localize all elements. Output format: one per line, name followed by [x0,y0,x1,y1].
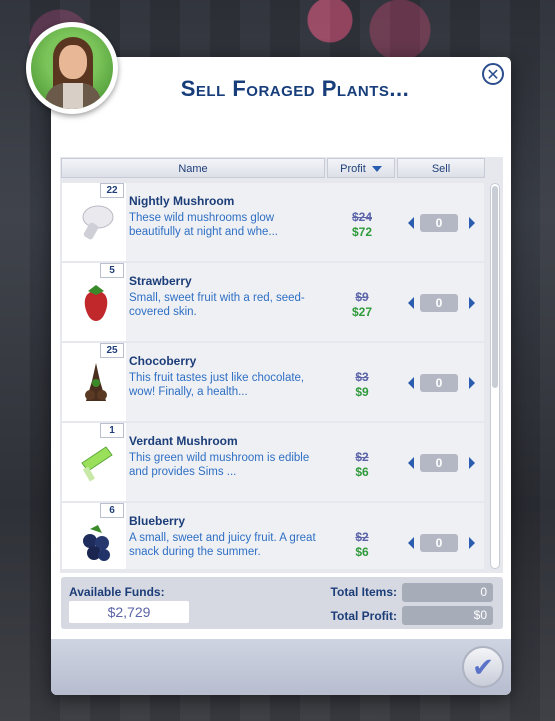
table-row[interactable]: 5 Strawberry Small, sweet fruit with a r… [62,263,484,341]
increase-arrow-icon[interactable] [469,297,475,309]
new-price: $9 [355,385,369,399]
table-row[interactable]: 6 Blueberry A small, sweet and juicy fru… [62,503,484,569]
count-badge: 5 [100,263,124,278]
sell-quantity[interactable]: 0 [420,534,458,552]
count-badge: 22 [100,183,124,198]
dialog-footer [51,639,511,695]
column-header-name[interactable]: Name [61,158,325,178]
old-price: $9 [355,290,369,304]
quantity-stepper: 0 [406,213,478,233]
total-items-value: 0 [402,583,493,602]
new-price: $6 [355,545,369,559]
increase-arrow-icon[interactable] [469,457,475,469]
old-price: $3 [355,370,369,384]
quantity-stepper: 0 [406,453,478,473]
decrease-arrow-icon[interactable] [408,537,414,549]
column-label: Sell [431,163,451,175]
item-thumbnail: 1 [62,423,126,501]
strawberry-icon [84,285,108,321]
table-row[interactable]: 25 Chocoberry This fruit tastes just lik… [62,343,484,421]
increase-arrow-icon[interactable] [469,377,475,389]
total-profit-label: Total Profit: [330,609,397,623]
total-profit-value: $0 [402,606,493,625]
sim-avatar [26,22,118,114]
confirm-button[interactable]: ✔ [462,646,504,688]
new-price: $6 [355,465,369,479]
sell-quantity[interactable]: 0 [420,294,458,312]
column-label: Profit [340,163,366,175]
sell-quantity[interactable]: 0 [420,454,458,472]
column-header-profit[interactable]: Profit [327,158,395,178]
quantity-stepper: 0 [406,293,478,313]
old-price: $2 [355,450,369,464]
increase-arrow-icon[interactable] [469,537,475,549]
item-thumbnail: 6 [62,503,126,569]
old-price: $2 [355,530,369,544]
mushroom-icon [82,205,114,240]
item-list: 22 Nightly Mushroom These wild mushrooms… [62,183,484,569]
scrollbar-thumb[interactable] [492,186,498,388]
new-price: $27 [351,305,373,319]
column-label: Name [178,163,208,175]
checkmark-icon: ✔ [472,652,494,682]
total-items-label: Total Items: [330,585,397,599]
quantity-stepper: 0 [406,533,478,553]
dialog-title: Sell Foraged Plants... [180,76,410,101]
increase-arrow-icon[interactable] [469,217,475,229]
avatar-portrait [31,27,113,109]
sell-quantity[interactable]: 0 [420,214,458,232]
column-header-sell[interactable]: Sell [397,158,485,178]
decrease-arrow-icon[interactable] [408,457,414,469]
item-description: These wild mushrooms glow beautifully at… [129,212,278,238]
close-button[interactable]: ✕ [482,63,504,85]
mushroom-icon [81,446,113,482]
close-icon: ✕ [486,67,500,84]
item-name: Chocoberry [129,354,197,368]
old-price: $24 [351,210,373,224]
item-description: This fruit tastes just like chocolate, w… [129,372,305,398]
funds-label: Available Funds: [69,585,165,599]
item-thumbnail: 5 [62,263,126,341]
chocoberry-icon [85,363,107,401]
chevron-down-icon [371,166,382,173]
decrease-arrow-icon[interactable] [408,217,414,229]
item-name: Strawberry [129,274,192,288]
sell-quantity[interactable]: 0 [420,374,458,392]
decrease-arrow-icon[interactable] [408,297,414,309]
avatar-shirt [63,83,83,109]
table-row[interactable]: 22 Nightly Mushroom These wild mushrooms… [62,183,484,261]
count-badge: 1 [100,423,124,438]
table-row[interactable]: 1 Verdant Mushroom This green wild mushr… [62,423,484,501]
quantity-stepper: 0 [406,373,478,393]
count-badge: 6 [100,503,124,518]
funds-value: $2,729 [69,601,189,623]
avatar-face [59,45,87,79]
item-description: This green wild mushroom is edible and p… [129,452,310,478]
decrease-arrow-icon[interactable] [408,377,414,389]
item-thumbnail: 25 [62,343,126,421]
item-thumbnail: 22 [62,183,126,261]
count-badge: 25 [100,343,124,358]
item-name: Nightly Mushroom [129,194,235,208]
new-price: $72 [351,225,373,239]
item-name: Verdant Mushroom [129,434,238,448]
item-description: Small, sweet fruit with a red, seed-cove… [129,292,305,318]
blueberry-icon [83,525,110,561]
item-name: Blueberry [129,514,186,528]
scrollbar[interactable] [490,183,500,569]
item-description: A small, sweet and juicy fruit. A great … [129,532,316,558]
